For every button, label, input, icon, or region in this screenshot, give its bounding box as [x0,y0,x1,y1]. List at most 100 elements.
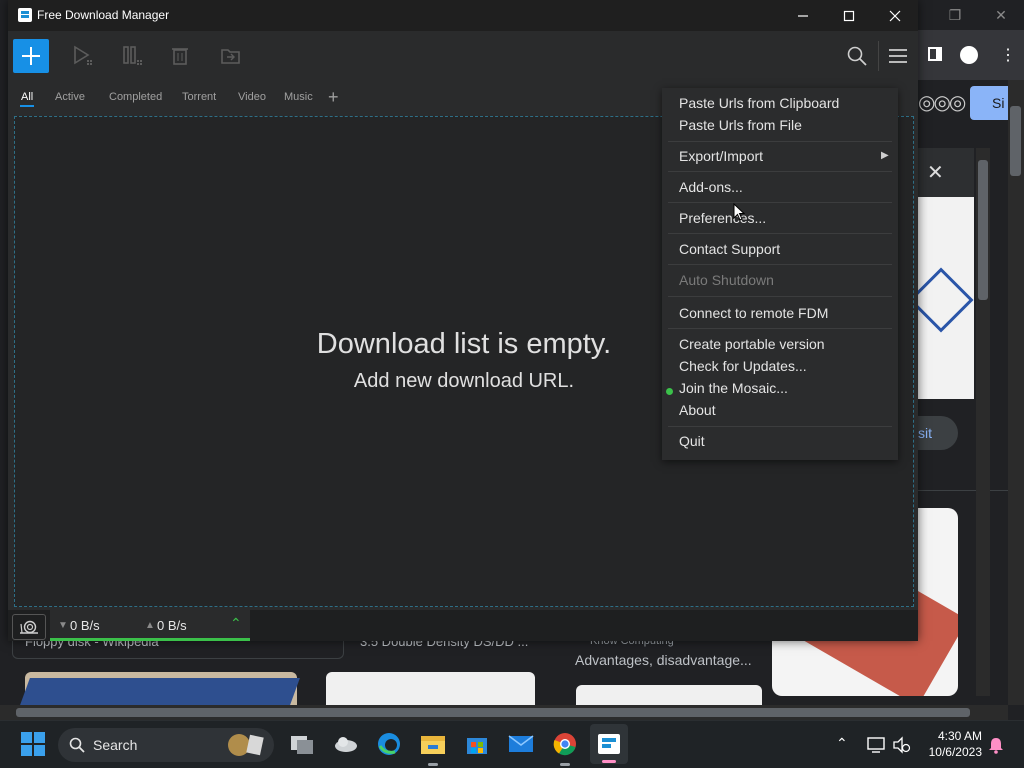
search-button[interactable] [846,45,868,67]
delete-button[interactable] [170,45,192,67]
snail-icon [20,620,38,634]
weather-cloud-icon [335,737,357,752]
menu-item-about[interactable]: About [679,402,716,418]
chrome-icon [553,733,576,756]
folder-icon [421,736,445,754]
speed-mode-button[interactable] [12,614,46,640]
start-button[interactable] [20,731,46,757]
widgets-button[interactable] [333,731,359,757]
preview-image [918,197,974,399]
upload-speed: 0 B/s [157,618,187,633]
menu-separator [668,171,892,172]
minimize-button[interactable] [780,0,826,31]
sidebar-icon[interactable] [928,47,942,61]
browser-horizontal-scrollbar[interactable] [0,705,1008,720]
taskbar: Search ⌃ 4:30 AM 10/6/2023 [0,720,1024,768]
main-menu-button[interactable] [887,45,909,67]
close-button[interactable] [872,0,918,31]
play-icon [74,45,92,65]
chrome-button[interactable] [552,731,578,757]
browser-toolbar: ⋮ [918,30,1024,80]
pause-icon [123,46,142,65]
notification-bell-icon[interactable] [988,736,1004,754]
preview-close-icon[interactable]: ✕ [927,160,944,185]
hamburger-icon [889,49,907,63]
tab-video[interactable]: Video [238,91,266,103]
browser-menu-icon[interactable]: ⋮ [1000,45,1016,65]
pause-button[interactable] [122,45,144,67]
volume-muted-icon[interactable] [892,736,912,754]
store-icon [467,738,487,754]
hscroll-thumb[interactable] [16,708,970,717]
fdm-taskbar-button[interactable] [590,724,628,764]
menu-item-connect-remote[interactable]: Connect to remote FDM [679,305,828,321]
menu-item-quit[interactable]: Quit [679,433,705,449]
edge-button[interactable] [376,731,402,757]
signin-label: Si [992,95,1005,111]
thumbnail-2[interactable] [326,672,535,705]
windows-start-icon [21,732,45,756]
maximize-button[interactable] [826,0,872,31]
toolbar-divider [878,41,879,71]
minimize-icon [798,14,808,17]
menu-item-paste-clipboard[interactable]: Paste Urls from Clipboard [679,95,839,111]
tab-torrent[interactable]: Torrent [182,91,216,103]
move-button[interactable] [220,45,242,67]
tab-all[interactable]: All [19,91,35,107]
tab-completed[interactable]: Completed [109,91,162,103]
mail-button[interactable] [508,731,534,757]
browser-restore-icon[interactable]: ❐ [932,0,978,30]
tab-active[interactable]: Active [55,91,85,103]
start-button[interactable] [72,45,94,67]
tab-music[interactable]: Music [284,91,313,103]
add-tag-icon[interactable]: + [328,87,339,108]
menu-separator [668,233,892,234]
menu-item-portable[interactable]: Create portable version [679,336,825,352]
thumbnail-1[interactable] [20,672,300,705]
menu-item-check-updates[interactable]: Check for Updates... [679,358,807,374]
clock-time[interactable]: 4:30 AM [930,729,982,743]
fdm-toolbar [8,31,918,81]
menu-item-export-import[interactable]: Export/Import [679,148,763,164]
status-dot-icon [666,388,673,395]
network-icon[interactable] [866,736,886,754]
store-button[interactable] [464,731,490,757]
menu-item-join-mosaic[interactable]: Join the Mosaic... [679,380,788,396]
menu-item-addons[interactable]: Add-ons... [679,179,743,195]
task-view-button[interactable] [289,731,315,757]
add-download-button[interactable] [13,39,49,73]
scroll-thumb[interactable] [1010,106,1021,176]
trash-icon [172,48,188,65]
download-arrow-icon: ▼ [58,620,68,631]
speed-panel[interactable]: ▼ 0 B/s ▲ 0 B/s ⌃ [50,610,250,641]
main-context-menu: Paste Urls from Clipboard Paste Urls fro… [662,88,898,460]
running-indicator [428,763,438,766]
browser-close-icon[interactable]: ✕ [978,0,1024,30]
menu-item-contact-support[interactable]: Contact Support [679,241,780,257]
fdm-logo-icon [18,8,32,22]
panel-scrollbar[interactable] [976,148,990,696]
chevron-up-icon[interactable]: ⌃ [230,615,242,632]
thumbnail-3[interactable] [576,685,762,705]
browser-vertical-scrollbar[interactable] [1008,80,1024,705]
result-card-3-text[interactable]: Advantages, disadvantage... [575,652,752,668]
visit-label: sit [918,425,932,441]
active-indicator [602,760,616,763]
file-explorer-button[interactable] [420,731,446,757]
floppy-highlight-icon [246,734,264,756]
search-label: Search [93,737,138,753]
plus-icon [22,47,40,65]
menu-separator [668,264,892,265]
running-indicator [560,763,570,766]
signin-button[interactable]: Si [970,86,1008,120]
chevron-up-icon[interactable]: ⌃ [836,735,848,752]
dots-logo: ◎◎◎ [918,92,966,114]
clock-date[interactable]: 10/6/2023 [920,745,982,759]
profile-icon[interactable] [960,46,978,64]
menu-item-preferences[interactable]: Preferences... [679,210,766,226]
menu-separator [668,202,892,203]
taskbar-search[interactable]: Search [58,728,274,762]
panel-scroll-thumb[interactable] [978,160,988,300]
menu-item-paste-file[interactable]: Paste Urls from File [679,117,802,133]
download-speed: 0 B/s [70,618,100,633]
